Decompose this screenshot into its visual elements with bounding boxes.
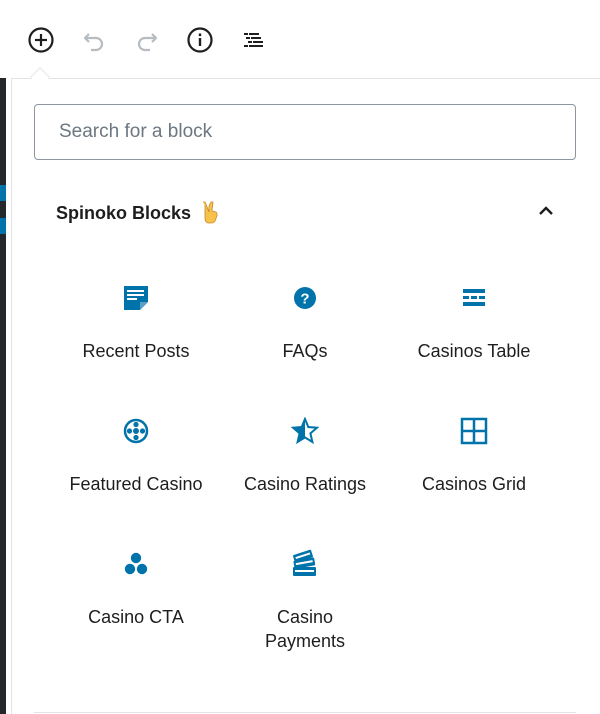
question-circle-icon: ? (290, 283, 320, 313)
info-button[interactable] (184, 24, 216, 56)
block-label: Casinos Grid (421, 474, 527, 494)
block-item-casino-ratings[interactable]: Casino Ratings (220, 416, 390, 496)
svg-text:?: ? (300, 291, 309, 308)
plus-circle-icon (27, 26, 55, 54)
editor-left-edge (0, 0, 11, 714)
block-item-casino-payments[interactable]: Casino Payments (220, 549, 390, 653)
block-item-casino-cta[interactable]: Casino CTA (51, 549, 221, 629)
block-item-faqs[interactable]: ? FAQs (220, 283, 390, 363)
info-icon (186, 26, 214, 54)
star-half-icon (290, 416, 320, 446)
redo-button[interactable] (131, 24, 163, 56)
roulette-wheel-icon (121, 416, 151, 446)
post-list-icon (121, 283, 151, 313)
editor-toolbar (0, 0, 600, 78)
block-label: FAQs (282, 341, 328, 361)
add-block-button[interactable] (25, 24, 57, 56)
victory-hand-emoji-icon (202, 200, 220, 229)
undo-button[interactable] (78, 24, 110, 56)
table-rows-icon (459, 283, 489, 313)
block-navigation-button[interactable] (237, 24, 269, 56)
spinoko-blocks-panel-header[interactable]: Spinoko Blocks (34, 188, 576, 238)
grid-icon (459, 416, 489, 446)
list-outline-icon (239, 26, 267, 54)
chips-icon (121, 549, 151, 579)
block-label: Casinos Table (417, 341, 531, 361)
undo-icon (80, 26, 108, 54)
block-item-casinos-table[interactable]: Casinos Table (389, 283, 559, 363)
block-label: Casino CTA (88, 607, 184, 627)
block-item-recent-posts[interactable]: Recent Posts (51, 283, 221, 363)
panel-divider (34, 712, 576, 713)
block-label: Casino Payments (264, 607, 346, 651)
block-search-field[interactable] (34, 104, 576, 160)
block-label: Featured Casino (69, 474, 203, 494)
panel-title: Spinoko Blocks (56, 202, 192, 223)
block-label: Recent Posts (82, 341, 190, 361)
block-label: Casino Ratings (243, 474, 367, 494)
block-item-featured-casino[interactable]: Featured Casino (51, 416, 221, 496)
panel-toggle-button[interactable] (534, 201, 558, 225)
block-inserter-screen: Spinoko Blocks Recent (0, 0, 600, 714)
redo-icon (133, 26, 161, 54)
chevron-up-icon (536, 201, 556, 226)
block-search-input[interactable] (35, 105, 575, 159)
block-item-casinos-grid[interactable]: Casinos Grid (389, 416, 559, 496)
payment-cards-icon (290, 549, 320, 579)
